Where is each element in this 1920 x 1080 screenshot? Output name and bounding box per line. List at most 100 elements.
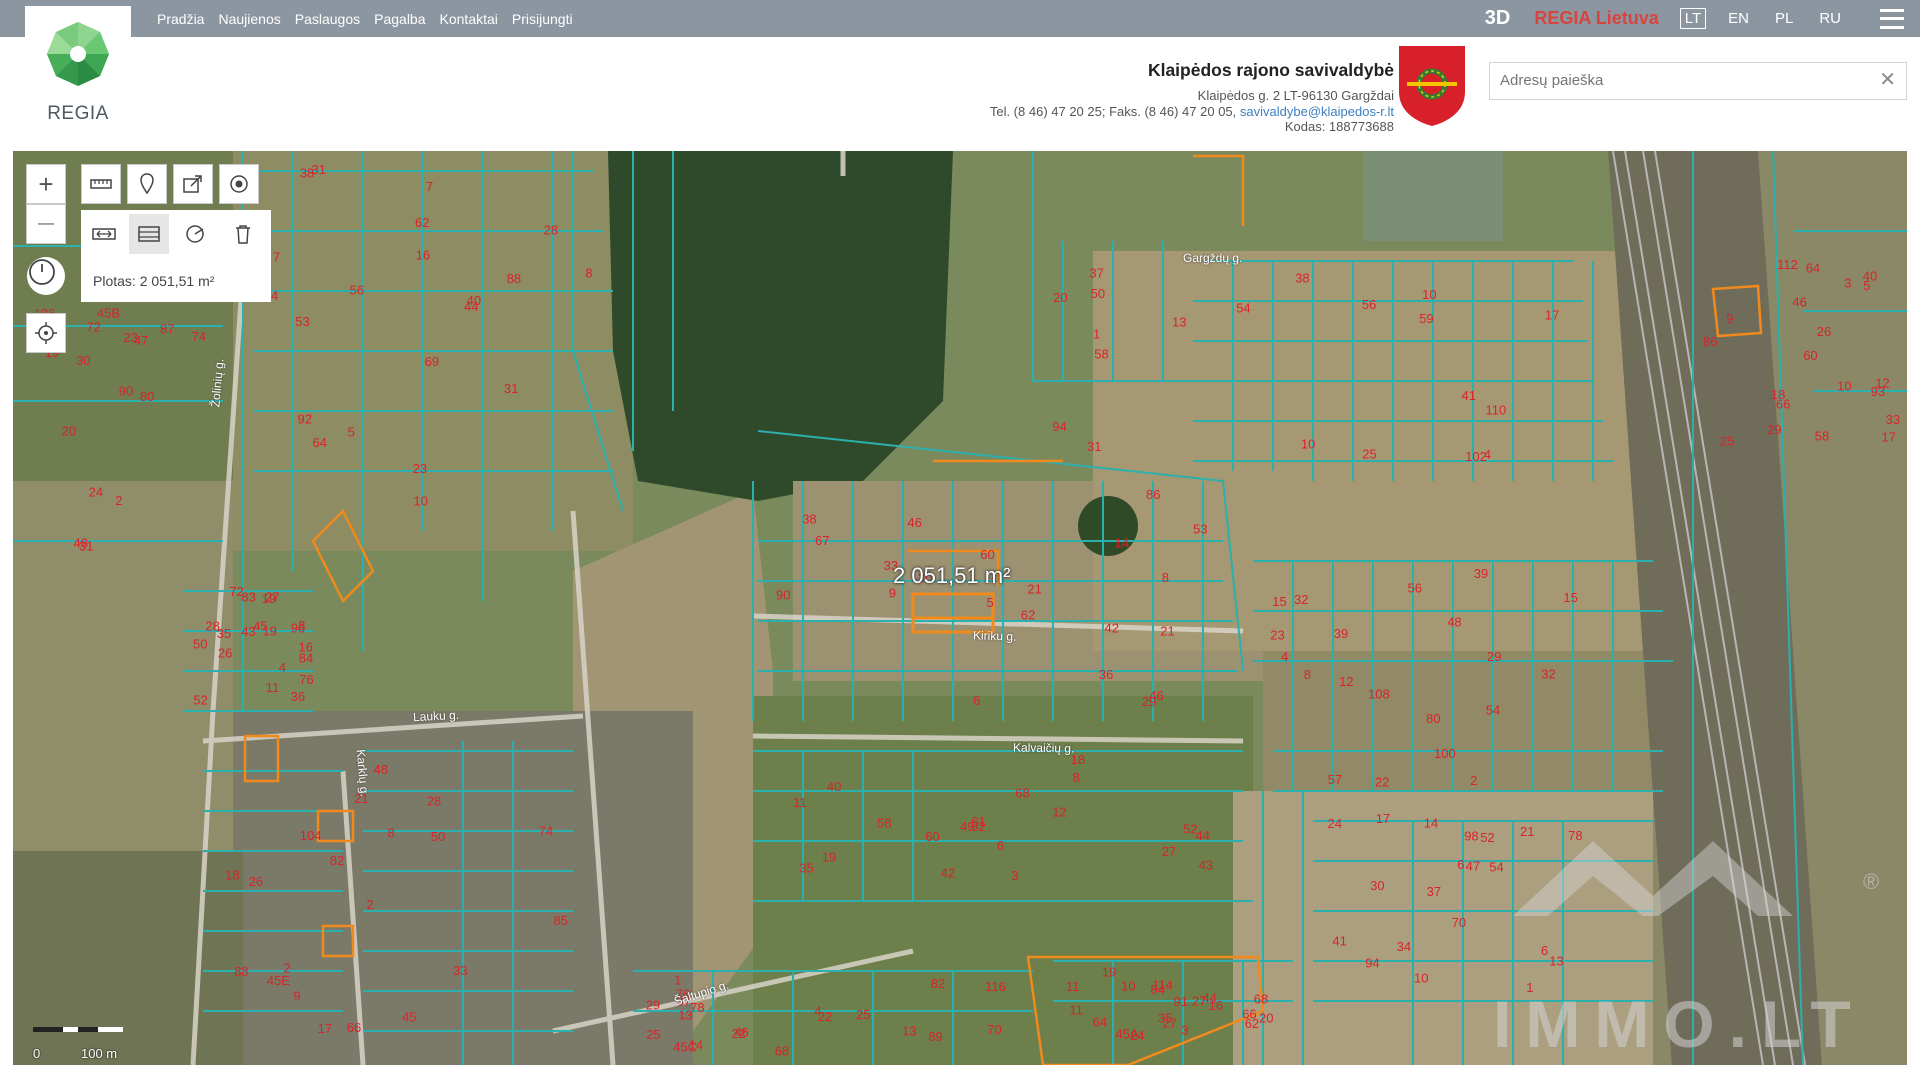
road-label-gargzdu: Gargždų g. — [1183, 251, 1243, 265]
parcel-number-label: 25 — [646, 1027, 660, 1042]
measure-distance-button[interactable] — [84, 214, 124, 254]
parcel-number-label: 10 — [1414, 970, 1428, 985]
parcel-number-label: 11 — [1066, 979, 1080, 994]
parcel-number-label: 48 — [1447, 615, 1461, 630]
parcel-number-label: 52 — [193, 693, 207, 708]
parcel-number-label: 56 — [1362, 297, 1376, 312]
parcel-number-label: 13 — [1172, 314, 1186, 329]
nav-link-prisijungti[interactable]: Prisijungti — [512, 11, 573, 27]
delete-measure-button[interactable] — [223, 214, 263, 254]
parcel-number-label: 7 — [426, 179, 433, 194]
locate-target-button[interactable] — [219, 164, 259, 204]
zoom-in-button[interactable]: + — [26, 164, 66, 204]
parcel-number-label: 20 — [1053, 290, 1067, 305]
parcel-number-label: 39 — [1334, 626, 1348, 641]
parcel-number-label: 35 — [799, 860, 813, 875]
parcel-number-label: 94 — [1365, 956, 1379, 971]
language-ru[interactable]: RU — [1815, 9, 1845, 28]
parcel-number-label: 27 — [1162, 844, 1176, 859]
nav-link-pradzia[interactable]: Pradžia — [157, 11, 204, 27]
location-pin-button[interactable] — [127, 164, 167, 204]
parcel-number-label: 1 — [674, 973, 681, 988]
measure-radius-button[interactable] — [176, 214, 216, 254]
share-button[interactable] — [173, 164, 213, 204]
parcel-number-label: 58 — [877, 816, 891, 831]
map-canvas[interactable]: 696761312910278232519175353495957474545E… — [13, 151, 1907, 1065]
regia-lietuva-link[interactable]: REGIA Lietuva — [1534, 8, 1658, 29]
parcel-number-label: 25 — [1720, 433, 1734, 448]
trash-icon — [236, 225, 250, 244]
municipality-address: Klaipėdos g. 2 LT-96130 Gargždai — [1197, 88, 1394, 103]
parcel-number-label: 40 — [1863, 268, 1877, 283]
parcel-number-label: 108 — [1368, 686, 1390, 701]
parcel-number-label: 11 — [793, 795, 807, 810]
parcel-number-label: 87 — [160, 321, 174, 336]
language-pl[interactable]: PL — [1771, 9, 1797, 28]
parcel-number-label: 46 — [734, 1025, 748, 1040]
municipality-info: Klaipėdos rajono savivaldybė Klaipėdos g… — [990, 60, 1394, 135]
history-button[interactable] — [27, 257, 65, 295]
parcel-number-label: 47 — [134, 333, 148, 348]
zoom-out-button[interactable]: — — [26, 204, 66, 244]
parcel-number-label: 46 — [907, 515, 921, 530]
clear-search-icon[interactable]: ✕ — [1879, 70, 1896, 90]
parcel-number-label: 5 — [348, 425, 355, 440]
3d-view-button[interactable]: 3D — [1485, 7, 1511, 30]
parcel-number-label: 41 — [1462, 388, 1476, 403]
parcel-number-label: 6 — [1457, 857, 1464, 872]
parcel-number-label: 23 — [1270, 627, 1284, 642]
hamburger-menu-icon[interactable] — [1880, 8, 1904, 29]
parcel-number-label: 8 — [388, 825, 395, 840]
municipality-name: Klaipėdos rajono savivaldybė — [1147, 60, 1394, 80]
municipality-crest-icon — [1399, 46, 1465, 126]
road-label-lauku: Lauku g. — [412, 707, 460, 725]
parcel-number-label: 93 — [1871, 384, 1885, 399]
language-lt[interactable]: LT — [1679, 8, 1707, 29]
parcel-number-label: 24 — [1328, 816, 1342, 831]
parcel-number-label: 4 — [1281, 649, 1288, 664]
parcel-number-label: 12 — [1052, 805, 1066, 820]
map-view[interactable]: 696761312910278232519175353495957474545E… — [13, 151, 1907, 1065]
parcel-number-label: 23 — [413, 461, 427, 476]
address-search-input[interactable] — [1490, 63, 1860, 97]
nav-link-paslaugos[interactable]: Paslaugos — [295, 11, 360, 27]
nav-link-naujienos[interactable]: Naujienos — [218, 11, 280, 27]
parcel-number-label: 46 — [1792, 294, 1806, 309]
parcel-number-label: 69 — [425, 354, 439, 369]
parcel-number-label: 110 — [1486, 403, 1507, 418]
parcel-number-label: 38 — [1295, 270, 1309, 285]
language-en[interactable]: EN — [1724, 9, 1753, 28]
parcel-number-label: 38 — [300, 165, 314, 180]
nav-link-kontaktai[interactable]: Kontaktai — [440, 11, 498, 27]
parcel-number-label: 18 — [225, 868, 239, 883]
municipality-email-link[interactable]: savivaldybe@klaipedos-r.lt — [1240, 104, 1394, 119]
nav-link-pagalba[interactable]: Pagalba — [374, 11, 425, 27]
parcel-number-label: 26 — [218, 646, 232, 661]
my-location-button[interactable] — [26, 313, 66, 353]
parcel-number-label: 1 — [1093, 327, 1100, 342]
measure-ruler-button[interactable] — [81, 164, 121, 204]
parcel-number-label: 14 — [689, 1038, 703, 1053]
regia-logo[interactable]: REGIA — [25, 6, 131, 138]
parcel-number-label: 48 — [74, 535, 88, 550]
parcel-number-label: 86 — [1703, 334, 1717, 349]
parcel-number-label: 90 — [776, 587, 790, 602]
parcel-number-label: 88 — [507, 271, 521, 286]
measure-area-button[interactable] — [129, 214, 169, 254]
parcel-number-label: 31 — [1087, 439, 1101, 454]
parcel-number-label: 21 — [1027, 581, 1041, 596]
parcel-number-label: 43 — [1199, 858, 1213, 873]
parcel-number-label: 25 — [1362, 447, 1376, 462]
parcel-number-label: 38 — [802, 511, 816, 526]
parcel-number-label: 58 — [1815, 429, 1829, 444]
watermark-registered-mark: ® — [1863, 869, 1880, 894]
parcel-number-label: 86 — [1146, 487, 1160, 502]
parcel-number-label: 13 — [1549, 953, 1563, 968]
parcel-number-label: 80 — [140, 389, 154, 404]
parcel-number-label: 17 — [1881, 430, 1895, 445]
parcel-number-label: 14 — [1115, 536, 1129, 551]
parcel-number-label: 2 — [115, 493, 122, 508]
parcel-number-label: 64 — [313, 435, 327, 450]
parcel-number-label: 82 — [330, 853, 344, 868]
regia-logo-icon — [47, 22, 109, 86]
